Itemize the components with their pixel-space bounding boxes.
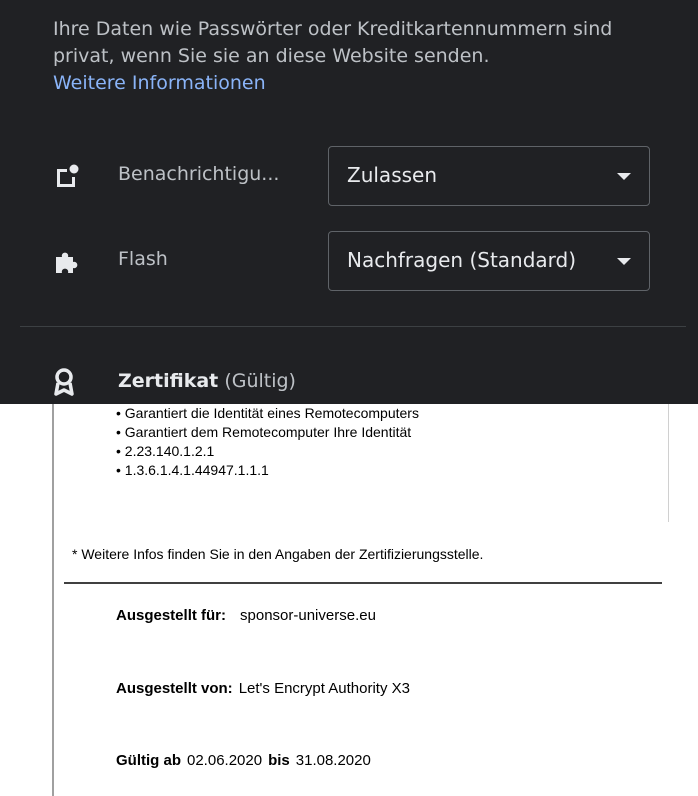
- notification-icon: [53, 163, 81, 191]
- site-info-panel: Ihre Daten wie Passwörter oder Kreditkar…: [0, 0, 698, 404]
- more-info-link[interactable]: Weitere Informationen: [53, 70, 653, 97]
- select-value: Zulassen: [347, 163, 438, 187]
- certificate-purposes: • Garantiert die Identität eines Remotec…: [116, 404, 419, 480]
- certificate-row[interactable]: Zertifikat (Gültig): [53, 368, 653, 398]
- issued-by-row: Ausgestellt von: Let's Encrypt Authority …: [116, 680, 410, 697]
- separator-line: [64, 582, 662, 584]
- valid-to-label: bis: [268, 752, 290, 769]
- privacy-text: Ihre Daten wie Passwörter oder Kreditkar…: [53, 18, 613, 67]
- issued-by-label: Ausgestellt von:: [116, 680, 233, 697]
- validity-row: Gültig ab 02.06.2020 bis 31.08.2020: [116, 752, 371, 769]
- dialog-border: [52, 404, 54, 796]
- certificate-dialog: • Garantiert die Identität eines Remotec…: [0, 404, 698, 796]
- dropdown-arrow-icon: [617, 258, 631, 265]
- permission-row-flash: Flash Nachfragen (Standard): [0, 231, 698, 293]
- purpose-item: • 2.23.140.1.2.1: [116, 443, 215, 459]
- issued-by-value: Let's Encrypt Authority X3: [238, 680, 410, 697]
- permission-label: Benachrichtigu...: [118, 163, 280, 185]
- purpose-item: • Garantiert dem Remotecomputer Ihre Ide…: [116, 424, 412, 440]
- notifications-select[interactable]: Zulassen: [328, 146, 650, 206]
- purpose-item: • 1.3.6.1.4.1.44947.1.1.1: [116, 462, 269, 478]
- select-value: Nachfragen (Standard): [347, 248, 577, 272]
- issued-to-label: Ausgestellt für:: [116, 607, 227, 624]
- issued-to-value: sponsor-universe.eu: [240, 607, 376, 624]
- dropdown-arrow-icon: [617, 173, 631, 180]
- valid-to-value: 31.08.2020: [295, 752, 371, 769]
- certificate-status: (Gültig): [224, 370, 296, 392]
- issued-to-row: Ausgestellt für: sponsor-universe.eu: [116, 607, 376, 624]
- divider: [20, 326, 686, 327]
- dialog-border: [668, 404, 669, 522]
- puzzle-icon: [53, 248, 81, 276]
- permission-label: Flash: [118, 248, 168, 270]
- purpose-item: • Garantiert die Identität eines Remotec…: [116, 405, 419, 421]
- flash-select[interactable]: Nachfragen (Standard): [328, 231, 650, 291]
- valid-from-value: 02.06.2020: [187, 752, 263, 769]
- permission-row-notifications: Benachrichtigu... Zulassen: [0, 146, 698, 208]
- valid-from-label: Gültig ab: [116, 752, 181, 769]
- privacy-info: Ihre Daten wie Passwörter oder Kreditkar…: [53, 16, 653, 97]
- ca-note: * Weitere Infos finden Sie in den Angabe…: [72, 546, 484, 562]
- certificate-title: Zertifikat: [118, 370, 219, 392]
- certificate-icon: [53, 368, 75, 396]
